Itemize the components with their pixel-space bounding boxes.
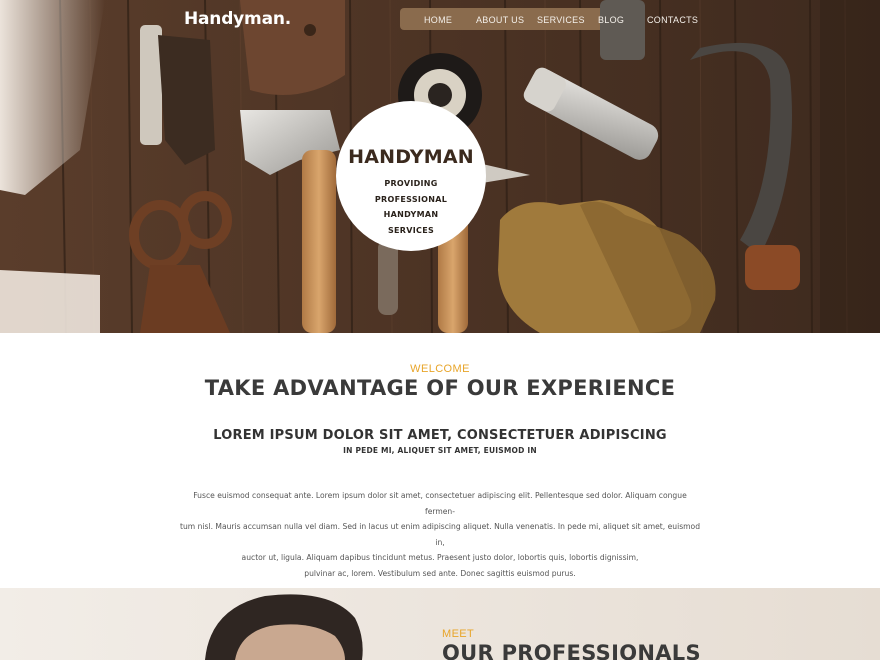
welcome-section: WELCOME TAKE ADVANTAGE OF OUR EXPERIENCE… <box>0 333 880 588</box>
professionals-title: OUR PROFESSIONALS <box>442 641 701 660</box>
nav-item-about-us[interactable]: ABOUT US <box>476 15 524 25</box>
badge-subtitle: PROVIDING PROFESSIONAL HANDYMAN SERVICES <box>361 176 461 238</box>
paragraph-line: tum nisl. Mauris accumsan nulla vel diam… <box>180 522 701 547</box>
welcome-kicker: WELCOME <box>410 363 470 375</box>
badge-line: PROFESSIONAL <box>374 194 448 204</box>
badge-line: HANDYMAN <box>383 210 439 219</box>
nav-item-home[interactable]: HOME <box>424 15 452 25</box>
welcome-paragraph: Fusce euismod consequat ante. Lorem ipsu… <box>180 488 700 582</box>
nav-item-contacts[interactable]: CONTACTS <box>647 15 698 25</box>
paragraph-line: auctor ut, ligula. Aliquam dapibus tinci… <box>241 553 639 563</box>
nav-item-blog[interactable]: BLOG <box>598 15 624 25</box>
welcome-title: TAKE ADVANTAGE OF OUR EXPERIENCE <box>204 376 676 400</box>
professional-portrait-image <box>0 588 880 660</box>
paragraph-line: pulvinar ac, lorem. Vestibulum sed ante.… <box>304 568 576 578</box>
hero-badge: HANDYMAN PROVIDING PROFESSIONAL HANDYMAN… <box>336 101 486 251</box>
main-nav: HOME ABOUT US SERVICES BLOG CONTACTS <box>0 15 880 29</box>
welcome-tagline: IN PEDE MI, ALIQUET SIT AMET, EUISMOD IN <box>343 446 537 455</box>
badge-line: PROVIDING <box>384 179 438 188</box>
badge-title: HANDYMAN <box>348 146 474 168</box>
professionals-kicker: MEET <box>442 628 475 640</box>
paragraph-line: Fusce euismod consequat ante. Lorem ipsu… <box>193 491 687 516</box>
nav-item-services[interactable]: SERVICES <box>537 15 585 25</box>
welcome-subtitle: LOREM IPSUM DOLOR SIT AMET, CONSECTETUER… <box>213 428 667 443</box>
badge-line: SERVICES <box>387 225 435 235</box>
professionals-section: MEET OUR PROFESSIONALS <box>0 588 880 660</box>
hero-section: Handyman. HOME ABOUT US SERVICES BLOG CO… <box>0 0 880 333</box>
